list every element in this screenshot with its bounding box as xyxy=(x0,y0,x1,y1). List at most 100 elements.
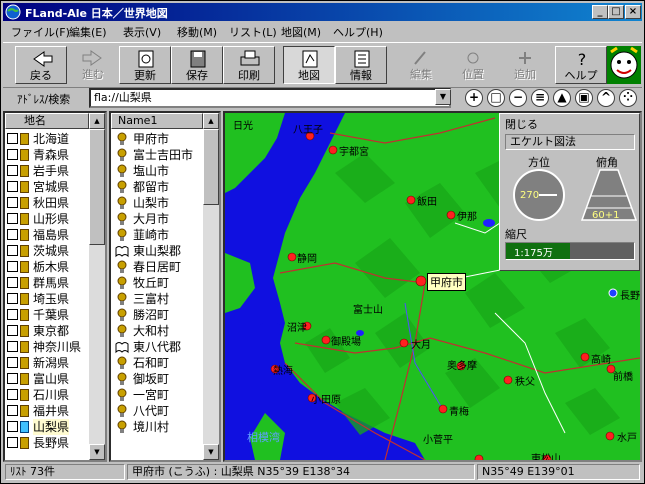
back-label: 戻る xyxy=(30,69,52,82)
map-label[interactable]: 宇都宮 xyxy=(339,143,369,158)
map-label[interactable]: 青梅 xyxy=(449,403,469,418)
map-view[interactable]: 八王子 日光 宇都宮 飯田 伊那 静岡 甲府市 富士山 沼津 御殿場 大月 奥多… xyxy=(223,111,642,462)
info-button[interactable]: 情報 xyxy=(335,46,387,84)
scale-value: 1:175万 xyxy=(514,248,553,259)
info-label: 情報 xyxy=(350,69,372,82)
mascot-logo-icon xyxy=(607,46,641,84)
minimize-button[interactable]: _ xyxy=(592,5,608,19)
municipality-list-scrollbar[interactable]: ▲ ▼ xyxy=(203,113,219,460)
menu-edit[interactable]: 編集(E) xyxy=(69,24,107,40)
map-label[interactable]: 水戸 xyxy=(617,429,637,444)
reset-view-icon[interactable]: □ xyxy=(487,89,505,107)
close-button[interactable]: × xyxy=(625,5,641,19)
map-label[interactable]: 秩父 xyxy=(515,373,535,388)
view-settings-panel: 閉じる エケルト図法 方位 俯角 270 60+1 縮尺 1:175万 xyxy=(499,113,640,271)
photo-icon[interactable]: ▣ xyxy=(575,89,593,107)
menu-help[interactable]: ヘルプ(H) xyxy=(333,24,383,40)
back-button[interactable]: 戻る xyxy=(15,46,67,84)
print-button[interactable]: 印刷 xyxy=(223,46,275,84)
book-icon xyxy=(20,373,29,385)
city-icon xyxy=(117,180,127,193)
map-icon xyxy=(302,50,318,68)
menu-map[interactable]: 地図(M) xyxy=(281,24,321,40)
city-icon xyxy=(117,356,127,369)
overlay-close-button[interactable]: 閉じる xyxy=(505,116,538,132)
layers-icon[interactable]: ≡ xyxy=(531,89,549,107)
map-label[interactable]: 長野 xyxy=(620,287,640,302)
map-button[interactable]: 地図 xyxy=(283,46,335,84)
add-button[interactable]: 追加 xyxy=(499,46,551,84)
address-bar: ｱﾄﾞﾚｽ/検索 fla://山梨県 ▼ + □ − ≡ ▲ ▣ ^ ⁘ xyxy=(3,87,642,109)
address-dropdown-button[interactable]: ▼ xyxy=(435,89,451,105)
forward-button[interactable]: 進む xyxy=(67,46,119,84)
dice-icon[interactable]: ⁘ xyxy=(619,89,637,107)
refresh-button[interactable]: 更新 xyxy=(119,46,171,84)
city-icon xyxy=(117,148,127,161)
book-icon xyxy=(20,341,29,353)
app-window: FLand-Ale 日本／世界地図 _ □ × ファイル(F) 編集(E) 表示… xyxy=(0,0,645,484)
prefecture-list: 地名 北海道 青森県 岩手県 宮城県 秋田県 山形県 福島県 茨城県 栃木県 群… xyxy=(3,111,107,462)
help-button[interactable]: ? ヘルプ xyxy=(555,46,607,84)
book-icon xyxy=(20,437,29,449)
map-label[interactable]: 御殿場 xyxy=(331,333,361,348)
projection-select[interactable]: エケルト図法 xyxy=(505,134,635,150)
book-icon xyxy=(20,261,29,273)
city-icon xyxy=(117,292,127,305)
save-button[interactable]: 保存 xyxy=(171,46,223,84)
status-location: 甲府市 (こうふ) : 山梨県 N35°39 E138°34 xyxy=(127,464,475,480)
zoom-in-icon[interactable]: + xyxy=(465,89,483,107)
prefecture-list-header[interactable]: 地名 xyxy=(5,113,89,129)
map-label[interactable]: 東松山 xyxy=(531,450,561,460)
municipality-list-header[interactable]: Name1 xyxy=(111,113,203,129)
book-icon xyxy=(20,245,29,257)
edit-button[interactable]: 編集 xyxy=(395,46,447,84)
map-label-selected[interactable]: 甲府市 xyxy=(427,273,466,291)
position-icon xyxy=(467,52,479,64)
zoom-out-icon[interactable]: − xyxy=(509,89,527,107)
map-label[interactable]: 小菅平 xyxy=(423,431,453,446)
menu-list[interactable]: リスト(L) xyxy=(229,24,277,40)
forward-arrow-icon xyxy=(82,50,102,66)
map-label[interactable]: 奥多摩 xyxy=(447,357,477,372)
prefecture-list-scrollbar[interactable]: ▲ ▼ xyxy=(89,113,105,460)
map-label[interactable]: 沼津 xyxy=(287,319,307,334)
map-label[interactable]: 高崎 xyxy=(591,351,611,366)
book-icon xyxy=(20,229,29,241)
address-label: ｱﾄﾞﾚｽ/検索 xyxy=(17,93,71,106)
map-label[interactable]: 八王子 xyxy=(293,121,323,136)
position-button[interactable]: 位置 xyxy=(447,46,499,84)
book-icon xyxy=(20,357,29,369)
map-label[interactable]: 富士山 xyxy=(353,301,383,316)
menu-file[interactable]: ファイル(F) xyxy=(11,24,70,40)
scroll-up-icon[interactable]: ▲ xyxy=(89,113,105,129)
maximize-button[interactable]: □ xyxy=(608,5,624,19)
add-label: 追加 xyxy=(514,68,536,81)
edit-icon xyxy=(414,51,426,65)
map-label[interactable]: 小田原 xyxy=(311,391,341,406)
map-label[interactable]: 前橋 xyxy=(613,368,633,383)
map-label[interactable]: 熱海 xyxy=(273,362,293,377)
book-icon xyxy=(20,149,29,161)
info-page-icon xyxy=(354,50,370,68)
map-label[interactable]: 相模湾 xyxy=(247,429,280,445)
chevron-up-icon[interactable]: ^ xyxy=(597,89,615,107)
scroll-thumb[interactable] xyxy=(89,129,105,245)
map-label[interactable]: 日光 xyxy=(233,117,253,132)
book-icon xyxy=(20,293,29,305)
help-question-icon: ? xyxy=(578,50,587,69)
map-label[interactable]: 静岡 xyxy=(297,250,317,265)
stamp-icon[interactable]: ▲ xyxy=(553,89,571,107)
printer-icon xyxy=(240,50,260,66)
forward-label: 進む xyxy=(82,68,104,81)
scroll-down-icon[interactable]: ▼ xyxy=(203,444,219,460)
map-label[interactable]: 伊那 xyxy=(457,208,477,223)
menu-move[interactable]: 移動(M) xyxy=(177,24,217,40)
map-label[interactable]: 飯田 xyxy=(417,193,437,208)
address-input[interactable]: fla://山梨県 xyxy=(89,88,451,108)
menu-view[interactable]: 表示(V) xyxy=(123,24,161,40)
map-label[interactable]: 大月 xyxy=(411,336,431,351)
scroll-up-icon[interactable]: ▲ xyxy=(203,113,219,129)
scroll-down-icon[interactable]: ▼ xyxy=(89,444,105,460)
scale-slider[interactable]: 1:175万 xyxy=(505,242,635,260)
scroll-thumb[interactable] xyxy=(203,129,219,205)
